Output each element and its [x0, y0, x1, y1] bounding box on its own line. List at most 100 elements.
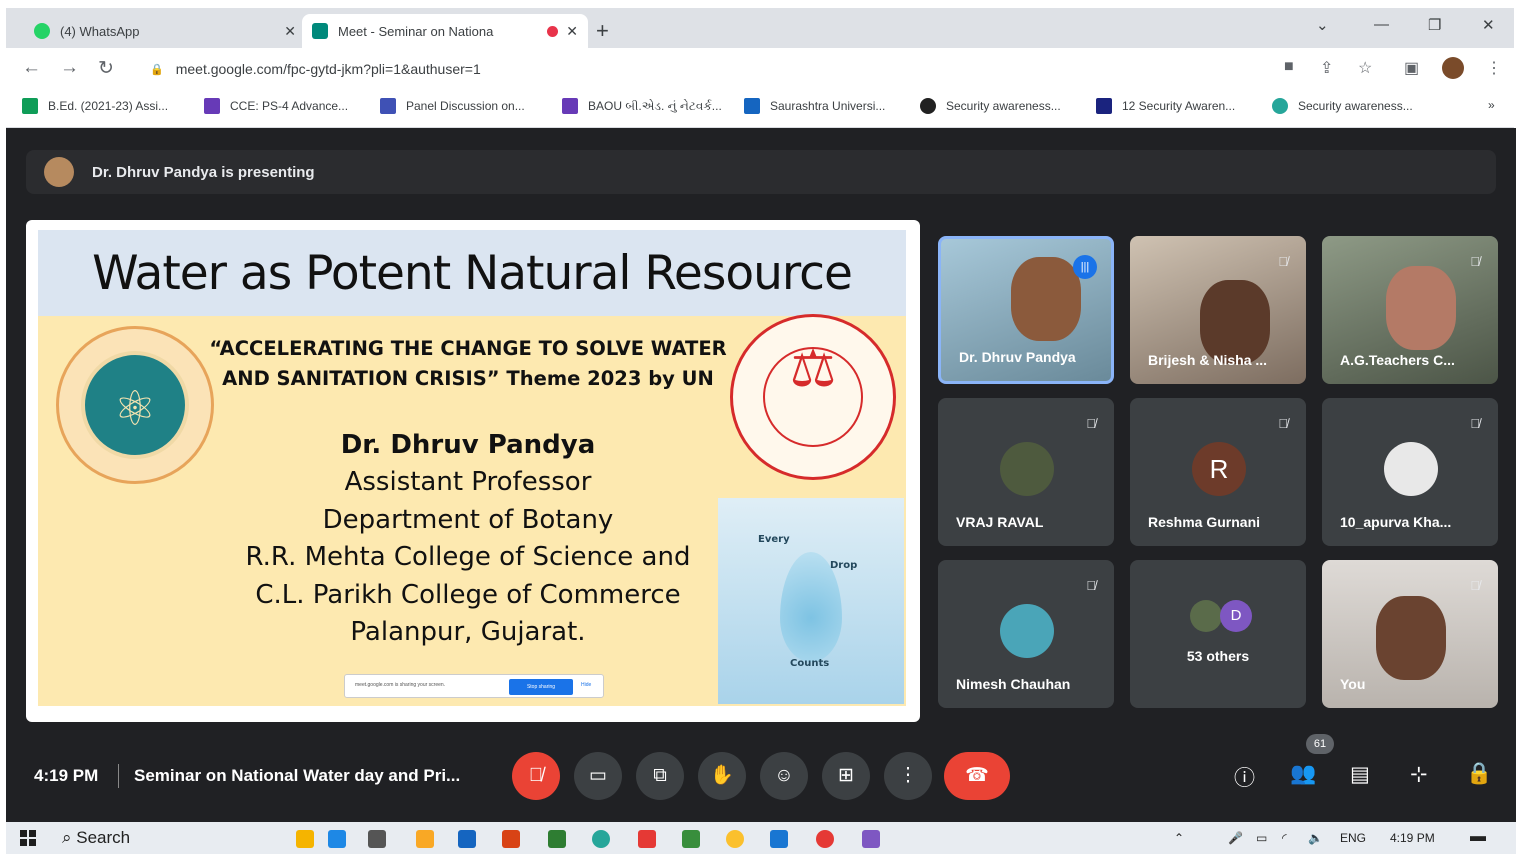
leave-call-button[interactable]: ☎ — [944, 752, 1010, 800]
forward-icon[interactable]: → — [60, 57, 79, 79]
participant-tile[interactable]: 🎙̸ VRAJ RAVAL — [938, 398, 1114, 546]
participant-tile[interactable]: R 🎙̸ Reshma Gurnani — [1130, 398, 1306, 546]
windows-taskbar: ⌕ Search ⌃ 🎤 ▭ ◜ 🔈 ENG 4:19 PM ▬ — [6, 822, 1516, 854]
participant-tile[interactable]: 🎙̸ Nimesh Chauhan — [938, 560, 1114, 708]
screen-share-notice: meet.google.com is sharing your screen. … — [344, 674, 604, 698]
bookmark-item[interactable]: B.Ed. (2021-23) Assi... — [22, 98, 168, 114]
slide-theme: “ACCELERATING THE CHANGE TO SOLVE WATER … — [209, 337, 727, 390]
participant-count-badge: 61 — [1306, 734, 1334, 754]
captions-button[interactable]: ⧉ — [636, 752, 684, 800]
volume-icon[interactable]: 🔈 — [1308, 831, 1323, 845]
hangup-icon: ☎ — [965, 765, 989, 786]
participant-tile[interactable]: 🎙̸ A.G.Teachers C... — [1322, 236, 1498, 384]
star-icon[interactable]: ☆ — [1358, 58, 1372, 78]
reactions-button[interactable]: ☺ — [760, 752, 808, 800]
hide-button[interactable]: Hide — [581, 682, 591, 688]
mic-off-icon: 🎙̸ — [1086, 416, 1096, 431]
edge-icon[interactable] — [592, 830, 610, 848]
bookmarks-bar: B.Ed. (2021-23) Assi... CCE: PS-4 Advanc… — [6, 88, 1514, 128]
participant-tile[interactable]: ||| Dr. Dhruv Pandya — [938, 236, 1114, 384]
close-icon[interactable]: ✕ — [284, 23, 296, 40]
reload-icon[interactable]: ↻ — [98, 57, 114, 80]
author-name: Dr. Dhruv Pandya — [340, 430, 596, 460]
back-icon[interactable]: ← — [22, 57, 41, 79]
slide-title: Water as Potent Natural Resource — [92, 245, 853, 301]
present-icon: ⊞ — [838, 765, 854, 786]
more-bookmarks-icon[interactable]: » — [1488, 98, 1495, 112]
mic-off-icon: 🎙̸ — [1278, 254, 1288, 269]
app-icon[interactable] — [328, 830, 346, 848]
bookmark-item[interactable]: Saurashtra Universi... — [744, 98, 885, 114]
app-icon[interactable] — [862, 830, 880, 848]
share-icon[interactable]: ⇪ — [1320, 58, 1333, 78]
wifi-icon[interactable]: ◜ — [1282, 831, 1287, 845]
bookmark-item[interactable]: Security awareness... — [1272, 98, 1413, 114]
presenting-banner: Dr. Dhruv Pandya is presenting — [26, 150, 1496, 194]
bookmark-item[interactable]: CCE: PS-4 Advance... — [204, 98, 348, 114]
avatar — [1000, 604, 1054, 658]
activities-icon[interactable]: ⊹ — [1410, 762, 1428, 787]
sidepanel-icon[interactable]: ▣ — [1404, 58, 1419, 78]
close-icon[interactable]: ✕ — [566, 23, 578, 40]
whatsapp-icon — [34, 23, 50, 39]
mic-toggle-button[interactable]: 🎙̸ — [512, 752, 560, 800]
bookmark-item[interactable]: Panel Discussion on... — [380, 98, 525, 114]
word-icon[interactable] — [458, 830, 476, 848]
menu-icon[interactable]: ⋮ — [1486, 58, 1502, 78]
hand-icon: ✋ — [710, 765, 734, 786]
taskbar-clock[interactable]: 4:19 PM — [1390, 831, 1435, 845]
restore-icon[interactable]: ❐ — [1428, 16, 1441, 34]
bookmark-item[interactable]: 12 Security Awaren... — [1096, 98, 1235, 114]
task-view-icon[interactable] — [368, 830, 386, 848]
present-button[interactable]: ⊞ — [822, 752, 870, 800]
file-explorer-icon[interactable] — [416, 830, 434, 848]
info-icon[interactable]: ⓘ — [1234, 762, 1255, 792]
captions-icon: ⧉ — [653, 765, 667, 786]
camera-icon[interactable]: ■ — [1284, 58, 1294, 76]
app-icon[interactable] — [770, 830, 788, 848]
chrome-icon[interactable] — [816, 830, 834, 848]
mic-off-icon: 🎙̸ — [528, 765, 544, 786]
tab-whatsapp[interactable]: (4) WhatsApp ✕ — [24, 14, 306, 48]
camera-toggle-button[interactable]: ▭ — [574, 752, 622, 800]
battery-icon[interactable]: ▭ — [1256, 831, 1267, 845]
chat-icon[interactable]: ▤ — [1350, 762, 1370, 787]
people-icon[interactable]: 👥 — [1290, 762, 1316, 786]
mic-off-icon: 🎙̸ — [1278, 416, 1288, 431]
profile-avatar[interactable] — [1442, 57, 1464, 79]
app-icon[interactable] — [682, 830, 700, 848]
avatar — [1000, 442, 1054, 496]
tab-search-icon[interactable]: ⌄ — [1316, 16, 1329, 34]
excel-icon[interactable] — [548, 830, 566, 848]
bookmark-item[interactable]: BAOU બી.એડ. નું નેટવર્ક... — [562, 98, 722, 114]
new-tab-button[interactable]: + — [596, 18, 609, 44]
more-options-button[interactable]: ⋮ — [884, 752, 932, 800]
tray-chevron-icon[interactable]: ⌃ — [1174, 831, 1184, 845]
avatar: R — [1192, 442, 1246, 496]
tab-label: (4) WhatsApp — [60, 23, 140, 39]
chrome-icon[interactable] — [726, 830, 744, 848]
raise-hand-button[interactable]: ✋ — [698, 752, 746, 800]
participant-tile[interactable]: 🎙̸ Brijesh & Nisha ... — [1130, 236, 1306, 384]
taskbar-search[interactable]: ⌕ Search — [62, 828, 130, 848]
browser-tab-bar: (4) WhatsApp ✕ Meet - Seminar on Nationa… — [6, 8, 1514, 48]
participant-tile[interactable]: 🎙̸ 10_apurva Kha... — [1322, 398, 1498, 546]
minimize-icon[interactable]: — — [1374, 16, 1389, 33]
windows-start-icon[interactable] — [20, 830, 36, 846]
url-field[interactable]: 🔒 meet.google.com/fpc-gytd-jkm?pli=1&aut… — [138, 54, 1338, 84]
language-indicator[interactable]: ENG — [1340, 831, 1366, 845]
tab-label: Meet - Seminar on Nationa — [338, 23, 494, 39]
tab-meet[interactable]: Meet - Seminar on Nationa ✕ — [302, 14, 588, 48]
host-controls-icon[interactable]: 🔒 — [1466, 762, 1492, 786]
app-icon[interactable] — [638, 830, 656, 848]
others-tile[interactable]: D 53 others — [1130, 560, 1306, 708]
close-window-icon[interactable]: ✕ — [1482, 16, 1495, 34]
stop-sharing-button[interactable]: Stop sharing — [509, 679, 573, 695]
widget-icon[interactable] — [296, 830, 314, 848]
mic-off-icon: 🎙̸ — [1470, 578, 1480, 593]
self-tile[interactable]: 🎙̸ You — [1322, 560, 1498, 708]
powerpoint-icon[interactable] — [502, 830, 520, 848]
notification-icon[interactable]: ▬ — [1470, 828, 1486, 846]
recording-icon — [547, 25, 559, 37]
bookmark-item[interactable]: Security awareness... — [920, 98, 1061, 114]
